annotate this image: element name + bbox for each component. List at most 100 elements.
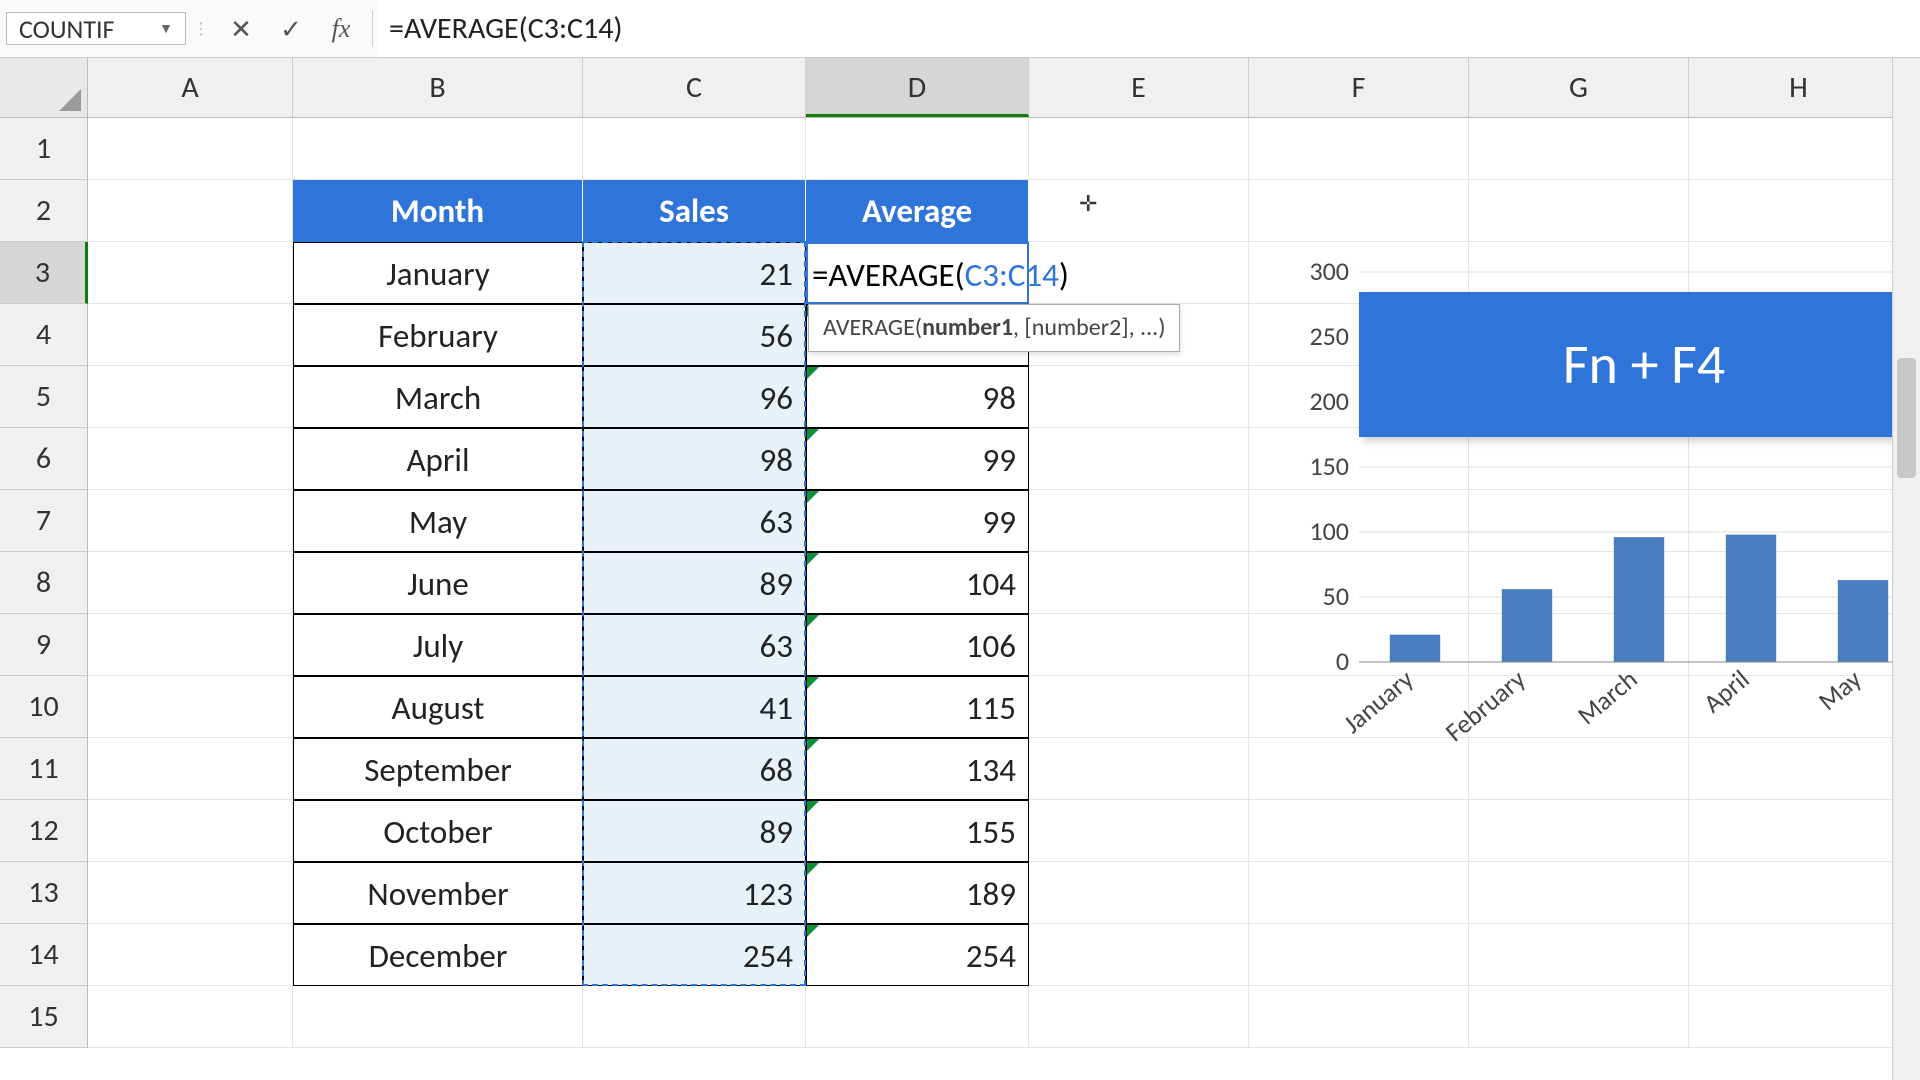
cell-C3[interactable]: 21 <box>583 242 806 304</box>
row-header-6[interactable]: 6 <box>0 428 88 490</box>
cell-F10[interactable] <box>1249 676 1469 738</box>
cell-E7[interactable] <box>1029 490 1249 552</box>
cancel-button[interactable]: ✕ <box>216 0 266 57</box>
cell-B14[interactable]: December <box>293 924 583 986</box>
cell-G14[interactable] <box>1469 924 1689 986</box>
cell-A13[interactable] <box>88 862 293 924</box>
cell-H9[interactable] <box>1689 614 1909 676</box>
chevron-down-icon[interactable]: ▼ <box>159 20 173 37</box>
cell-A12[interactable] <box>88 800 293 862</box>
cell-B15[interactable] <box>293 986 583 1048</box>
cell-F14[interactable] <box>1249 924 1469 986</box>
cell-E13[interactable] <box>1029 862 1249 924</box>
cell-A4[interactable] <box>88 304 293 366</box>
vertical-scrollbar[interactable] <box>1892 58 1920 1080</box>
cell-G12[interactable] <box>1469 800 1689 862</box>
cell-C6[interactable]: 98 <box>583 428 806 490</box>
enter-button[interactable]: ✓ <box>266 0 316 57</box>
column-header-D[interactable]: D <box>806 58 1029 117</box>
cell-B12[interactable]: October <box>293 800 583 862</box>
cell-D15[interactable] <box>806 986 1029 1048</box>
cell-H1[interactable] <box>1689 118 1909 180</box>
cell-C12[interactable]: 89 <box>583 800 806 862</box>
cell-B8[interactable]: June <box>293 552 583 614</box>
cell-C1[interactable] <box>583 118 806 180</box>
cell-A5[interactable] <box>88 366 293 428</box>
row-header-9[interactable]: 9 <box>0 614 88 676</box>
row-header-11[interactable]: 11 <box>0 738 88 800</box>
cell-H11[interactable] <box>1689 738 1909 800</box>
column-header-G[interactable]: G <box>1469 58 1689 117</box>
cell-H7[interactable] <box>1689 490 1909 552</box>
column-header-H[interactable]: H <box>1689 58 1909 117</box>
cell-A3[interactable] <box>88 242 293 304</box>
cell-B9[interactable]: July <box>293 614 583 676</box>
cell-B13[interactable]: November <box>293 862 583 924</box>
cell-A11[interactable] <box>88 738 293 800</box>
row-header-3[interactable]: 3 <box>0 242 88 304</box>
cell-E11[interactable] <box>1029 738 1249 800</box>
row-header-10[interactable]: 10 <box>0 676 88 738</box>
cell-C2[interactable]: Sales <box>583 180 806 242</box>
cell-B4[interactable]: February <box>293 304 583 366</box>
cell-E6[interactable] <box>1029 428 1249 490</box>
cell-G15[interactable] <box>1469 986 1689 1048</box>
cell-F2[interactable] <box>1249 180 1469 242</box>
cell-C9[interactable]: 63 <box>583 614 806 676</box>
row-header-7[interactable]: 7 <box>0 490 88 552</box>
insert-function-button[interactable]: fx <box>316 0 366 57</box>
cell-H14[interactable] <box>1689 924 1909 986</box>
cell-D14[interactable]: 254 <box>806 924 1029 986</box>
cell-H2[interactable] <box>1689 180 1909 242</box>
cell-H6[interactable] <box>1689 428 1909 490</box>
cell-D8[interactable]: 104 <box>806 552 1029 614</box>
cell-B2[interactable]: Month <box>293 180 583 242</box>
scrollbar-thumb[interactable] <box>1897 358 1916 478</box>
cell-E14[interactable] <box>1029 924 1249 986</box>
cell-C15[interactable] <box>583 986 806 1048</box>
cell-B3[interactable]: January <box>293 242 583 304</box>
cell-A1[interactable] <box>88 118 293 180</box>
cell-D1[interactable] <box>806 118 1029 180</box>
cell-A2[interactable] <box>88 180 293 242</box>
select-all-triangle[interactable] <box>0 58 88 117</box>
cell-E2[interactable] <box>1029 180 1249 242</box>
column-header-F[interactable]: F <box>1249 58 1469 117</box>
cell-D6[interactable]: 99 <box>806 428 1029 490</box>
row-header-8[interactable]: 8 <box>0 552 88 614</box>
cell-F6[interactable] <box>1249 428 1469 490</box>
cell-A9[interactable] <box>88 614 293 676</box>
cell-A14[interactable] <box>88 924 293 986</box>
cell-D5[interactable]: 98 <box>806 366 1029 428</box>
cell-H13[interactable] <box>1689 862 1909 924</box>
column-header-E[interactable]: E <box>1029 58 1249 117</box>
cell-D2[interactable]: Average <box>806 180 1029 242</box>
cell-B5[interactable]: March <box>293 366 583 428</box>
cell-C11[interactable]: 68 <box>583 738 806 800</box>
column-header-C[interactable]: C <box>583 58 806 117</box>
cell-E10[interactable] <box>1029 676 1249 738</box>
cell-B7[interactable]: May <box>293 490 583 552</box>
row-header-12[interactable]: 12 <box>0 800 88 862</box>
cell-E9[interactable] <box>1029 614 1249 676</box>
cell-G7[interactable] <box>1469 490 1689 552</box>
cell-B1[interactable] <box>293 118 583 180</box>
row-header-15[interactable]: 15 <box>0 986 88 1048</box>
cell-D11[interactable]: 134 <box>806 738 1029 800</box>
row-header-5[interactable]: 5 <box>0 366 88 428</box>
cell-G10[interactable] <box>1469 676 1689 738</box>
cell-A8[interactable] <box>88 552 293 614</box>
cell-D9[interactable]: 106 <box>806 614 1029 676</box>
row-header-13[interactable]: 13 <box>0 862 88 924</box>
cell-H10[interactable] <box>1689 676 1909 738</box>
cell-A6[interactable] <box>88 428 293 490</box>
cell-E12[interactable] <box>1029 800 1249 862</box>
cell-E8[interactable] <box>1029 552 1249 614</box>
cell-F13[interactable] <box>1249 862 1469 924</box>
cell-D10[interactable]: 115 <box>806 676 1029 738</box>
cell-D12[interactable]: 155 <box>806 800 1029 862</box>
cell-C10[interactable]: 41 <box>583 676 806 738</box>
cell-F1[interactable] <box>1249 118 1469 180</box>
cell-C13[interactable]: 123 <box>583 862 806 924</box>
cell-G9[interactable] <box>1469 614 1689 676</box>
